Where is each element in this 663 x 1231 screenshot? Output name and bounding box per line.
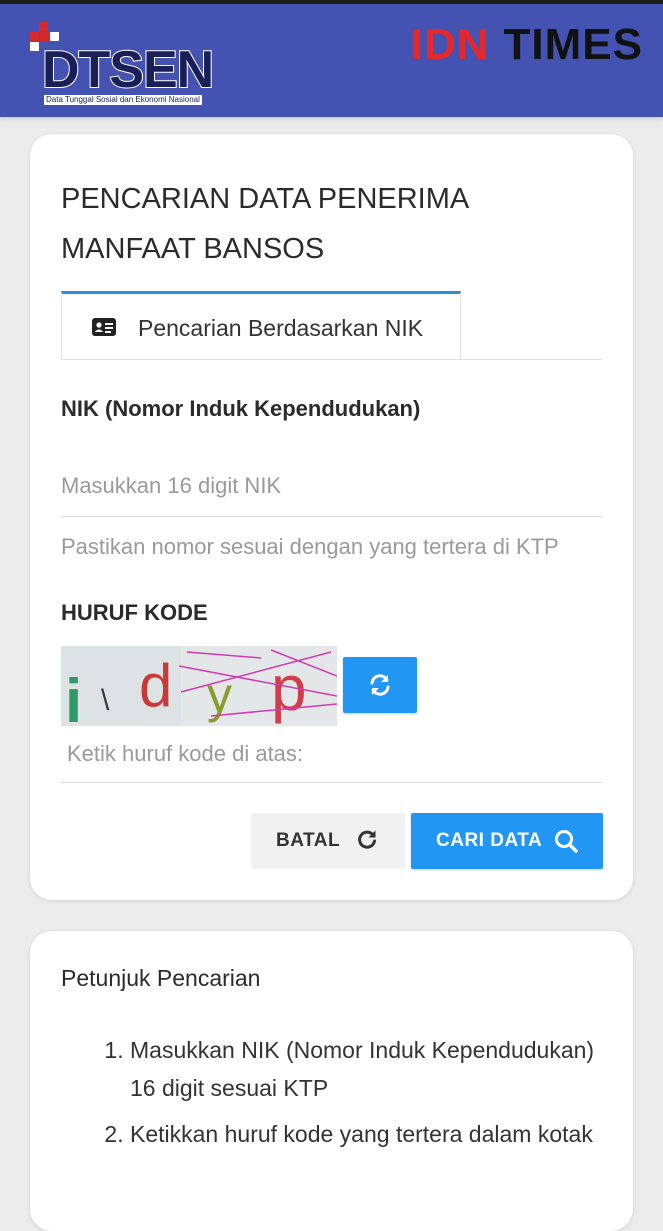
id-card-icon [92,318,116,336]
idn-times-watermark: IDN TIMES [411,20,643,70]
search-button[interactable]: CARI DATA [411,813,603,869]
captcha-refresh-button[interactable] [343,657,417,713]
search-card: PENCARIAN DATA PENERIMA MANFAAT BANSOS P… [30,134,633,900]
nik-label: NIK (Nomor Induk Kependudukan) [61,396,421,421]
dtsen-logo[interactable]: DTSEN Data Tunggal Sosial dan Ekonomi Na… [30,22,230,106]
captcha-char-2: \ [101,684,110,717]
captcha-image: i \ d y p [61,646,337,726]
captcha-input[interactable] [61,726,602,783]
logo-tagline: Data Tunggal Sosial dan Ekonomi Nasional [44,95,202,105]
brand-primary: IDN [410,20,490,69]
refresh-icon [370,674,390,696]
reset-icon [358,830,376,849]
tab-divider [61,359,602,360]
cancel-button-label: BATAL [276,830,341,851]
list-item: Ketikkan huruf kode yang tertera dalam k… [130,1115,600,1153]
nik-input[interactable] [61,456,602,517]
page-title: PENCARIAN DATA PENERIMA MANFAAT BANSOS [61,183,468,265]
list-item: Masukkan NIK (Nomor Induk Kependudukan) … [130,1031,600,1107]
captcha-char-1: i [65,667,82,726]
logo-text: DTSEN [41,41,215,99]
help-card: Petunjuk Pencarian Masukkan NIK (Nomor I… [30,931,633,1231]
captcha-graphic: i \ d y p [61,646,337,726]
app-header: DTSEN Data Tunggal Sosial dan Ekonomi Na… [0,4,663,117]
nik-hint: Pastikan nomor sesuai dengan yang terter… [61,534,559,559]
tab-search-by-nik[interactable]: Pencarian Berdasarkan NIK [61,291,461,359]
help-title: Petunjuk Pencarian [61,965,261,991]
captcha-label: HURUF KODE [61,600,208,625]
search-button-label: CARI DATA [436,830,543,851]
captcha-char-3: d [139,652,172,719]
cancel-button[interactable]: BATAL [251,813,405,869]
help-steps: Masukkan NIK (Nomor Induk Kependudukan) … [100,1031,600,1161]
search-icon [555,830,578,853]
tab-label: Pencarian Berdasarkan NIK [138,315,424,341]
brand-secondary: TIMES [503,20,643,69]
